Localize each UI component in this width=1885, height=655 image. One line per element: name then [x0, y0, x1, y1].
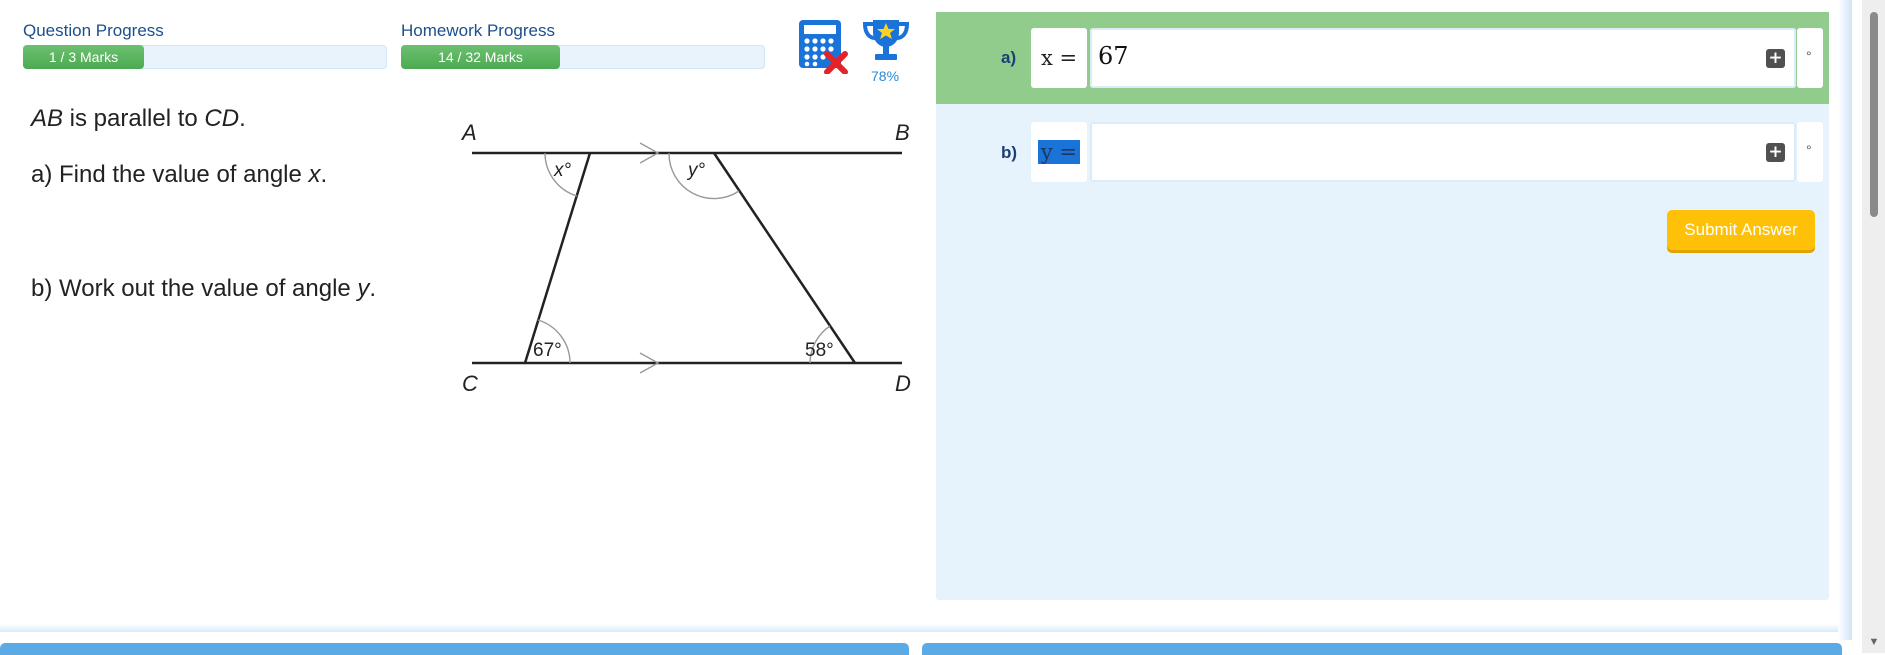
trophy-icon[interactable] — [861, 16, 911, 64]
answer-a-status-box: ° — [1797, 28, 1823, 88]
content-frame-edge — [1838, 0, 1852, 640]
content-frame-bottom — [0, 624, 1838, 632]
homework-progress-bar: 14 / 32 Marks — [401, 45, 765, 69]
question-part-b: b) Work out the value of angle y. — [31, 275, 376, 303]
calculator-not-allowed-icon[interactable] — [797, 18, 851, 75]
answer-a-letter: a) — [1001, 48, 1017, 67]
part-b-text: b) Work out the value of angle — [31, 275, 358, 302]
line-ab-label: AB — [31, 105, 64, 132]
question-progress-bar: 1 / 3 Marks — [23, 45, 387, 69]
answer-b-status-box: ° — [1797, 122, 1823, 182]
part-b-variable: y — [357, 275, 370, 302]
point-c-label: C — [462, 371, 478, 396]
transversal-right — [712, 152, 857, 364]
bottom-tab-right[interactable] — [922, 643, 1842, 655]
point-b-label: B — [895, 120, 910, 145]
part-a-text: a) Find the value of angle — [31, 161, 309, 188]
homework-progress-label: Homework Progress — [401, 21, 555, 40]
answer-b-variable-box: y = — [1031, 122, 1087, 182]
statement-end: . — [239, 105, 246, 132]
bottom-tab-left[interactable] — [0, 643, 909, 655]
part-a-variable: x — [308, 161, 321, 188]
question-part-a: a) Find the value of angle x. — [31, 161, 327, 189]
angle-x-label: x° — [553, 160, 572, 181]
question-progress-text: 1 / 3 Marks — [48, 49, 119, 65]
statement-text: is parallel to — [63, 105, 205, 132]
part-a-end: . — [320, 161, 328, 188]
angle-y-label: y° — [686, 160, 706, 181]
answer-a-expand-button[interactable]: + — [1766, 49, 1785, 68]
parallel-lines-diagram: A B C D x° y° 67° 58° — [460, 120, 911, 396]
answer-b-degree-marker: ° — [1806, 142, 1812, 158]
homework-progress-text: 14 / 32 Marks — [438, 49, 523, 65]
angle-58-label: 58° — [805, 340, 834, 361]
scrollbar-thumb[interactable] — [1870, 12, 1878, 217]
question-progress-label: Question Progress — [23, 21, 164, 40]
answer-a-input[interactable]: 67 + — [1090, 28, 1796, 88]
answer-b-input[interactable]: + — [1090, 122, 1796, 182]
award-percentage: 78% — [871, 68, 900, 84]
answer-a-degree-marker: ° — [1806, 48, 1812, 64]
point-a-label: A — [460, 120, 477, 145]
line-cd-label: CD — [204, 105, 240, 132]
answer-a-variable: x = — [1031, 28, 1087, 88]
scroll-down-arrow-icon[interactable]: ▼ — [1865, 636, 1883, 652]
question-statement: AB is parallel to CD. — [31, 105, 246, 133]
angle-67-label: 67° — [533, 340, 562, 361]
submit-answer-button[interactable]: Submit Answer — [1667, 210, 1815, 250]
part-b-end: . — [369, 275, 377, 302]
answer-b-variable: y = — [1037, 140, 1081, 164]
point-d-label: D — [895, 371, 911, 396]
answer-b-letter: b) — [1001, 143, 1018, 162]
answer-a-value: 67 — [1098, 42, 1129, 70]
answer-b-expand-button[interactable]: + — [1766, 143, 1785, 162]
